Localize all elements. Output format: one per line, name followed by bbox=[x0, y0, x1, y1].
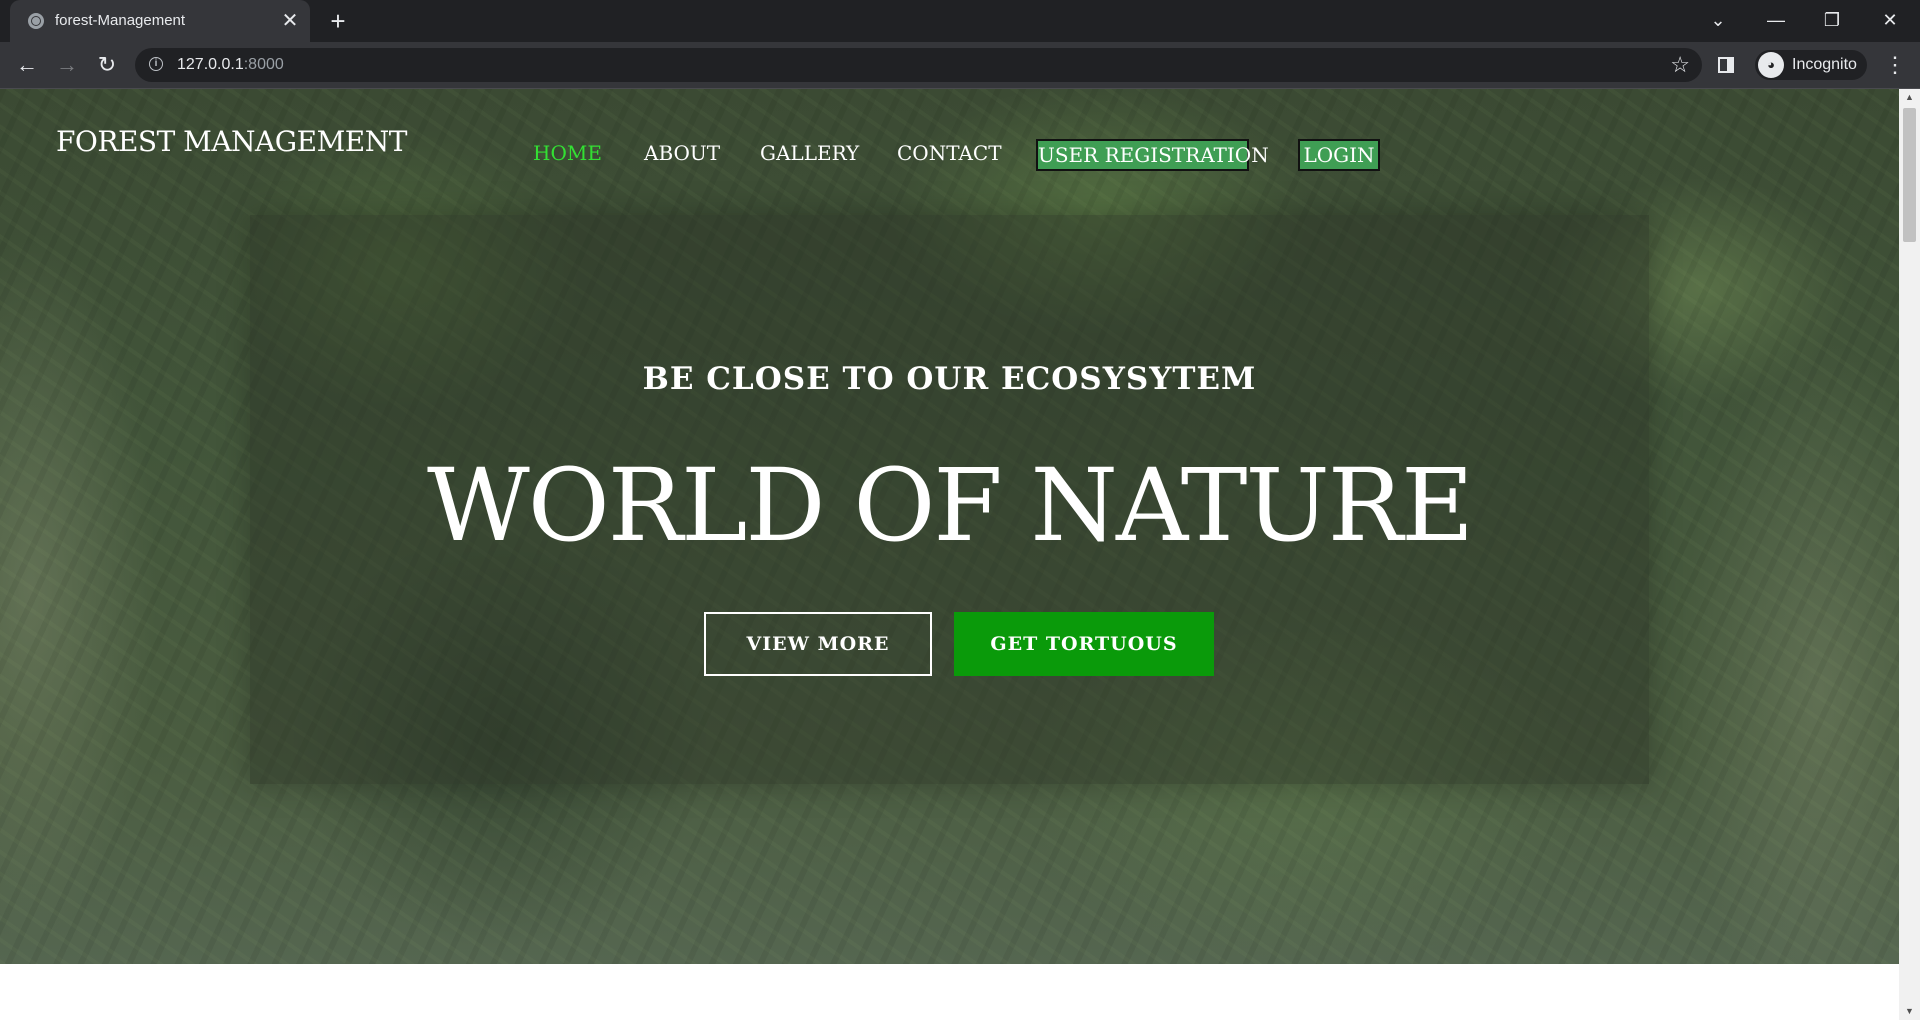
browser-toolbar: ← → ↻ i 127.0.0.1:8000 ☆ ◕ Incognito ⋮ bbox=[0, 42, 1920, 89]
url-port: :8000 bbox=[243, 56, 284, 73]
incognito-label: Incognito bbox=[1792, 56, 1857, 73]
address-bar[interactable]: i 127.0.0.1:8000 ☆ bbox=[135, 48, 1702, 82]
scroll-up-arrow-icon[interactable]: ▲ bbox=[1899, 89, 1920, 106]
scroll-down-arrow-icon[interactable]: ▼ bbox=[1899, 1003, 1920, 1020]
hero-headline: WORLD OF NATURE bbox=[426, 447, 1474, 564]
page-scrollbar[interactable]: ▲ ▼ bbox=[1899, 89, 1920, 1020]
back-arrow-icon[interactable]: ← bbox=[12, 50, 42, 80]
page-viewport: FOREST MANAGEMENT HOME ABOUT GALLERY CON… bbox=[0, 89, 1899, 1020]
hero-panel: BE CLOSE TO OUR ECOSYSYTEM WORLD OF NATU… bbox=[250, 215, 1649, 784]
tab-search-icon[interactable]: ⌄ bbox=[1700, 6, 1736, 34]
url-host: 127.0.0.1 bbox=[177, 56, 244, 73]
get-tortuous-button[interactable]: GET TORTUOUS bbox=[954, 612, 1214, 676]
minimize-button[interactable]: — bbox=[1758, 6, 1794, 34]
url-text[interactable]: 127.0.0.1:8000 bbox=[177, 56, 284, 74]
browser-tab-strip: forest-Management ✕ + ⌄ — ❐ ✕ bbox=[0, 0, 1920, 42]
view-more-button[interactable]: VIEW MORE bbox=[704, 612, 932, 676]
forward-arrow-icon[interactable]: → bbox=[52, 50, 82, 80]
browser-tab[interactable]: forest-Management ✕ bbox=[10, 0, 310, 42]
nav-contact[interactable]: CONTACT bbox=[897, 141, 1002, 165]
user-registration-button[interactable]: USER REGISTRATION bbox=[1036, 139, 1269, 171]
more-menu-icon[interactable]: ⋮ bbox=[1884, 50, 1906, 80]
nav-about[interactable]: ABOUT bbox=[644, 141, 720, 165]
site-info-icon[interactable]: i bbox=[149, 57, 163, 71]
site-logo[interactable]: FOREST MANAGEMENT bbox=[56, 125, 407, 158]
close-window-button[interactable]: ✕ bbox=[1872, 6, 1908, 34]
bookmark-star-icon[interactable]: ☆ bbox=[1670, 52, 1690, 78]
nav-home[interactable]: HOME bbox=[533, 141, 602, 165]
globe-icon bbox=[28, 13, 44, 29]
hero-section: FOREST MANAGEMENT HOME ABOUT GALLERY CON… bbox=[0, 89, 1899, 964]
restore-button[interactable]: ❐ bbox=[1814, 6, 1850, 34]
hero-tagline: BE CLOSE TO OUR ECOSYSYTEM bbox=[642, 361, 1257, 397]
nav-gallery[interactable]: GALLERY bbox=[760, 141, 859, 165]
side-panel-icon[interactable] bbox=[1718, 57, 1734, 73]
incognito-badge[interactable]: ◕ Incognito bbox=[1755, 50, 1867, 80]
reload-icon[interactable]: ↻ bbox=[92, 50, 122, 80]
new-tab-button[interactable]: + bbox=[324, 7, 352, 35]
close-tab-icon[interactable]: ✕ bbox=[278, 9, 302, 33]
scrollbar-thumb[interactable] bbox=[1903, 108, 1916, 242]
incognito-icon: ◕ bbox=[1758, 52, 1784, 78]
login-button[interactable]: LOGIN bbox=[1298, 139, 1380, 171]
tab-title: forest-Management bbox=[55, 12, 186, 29]
